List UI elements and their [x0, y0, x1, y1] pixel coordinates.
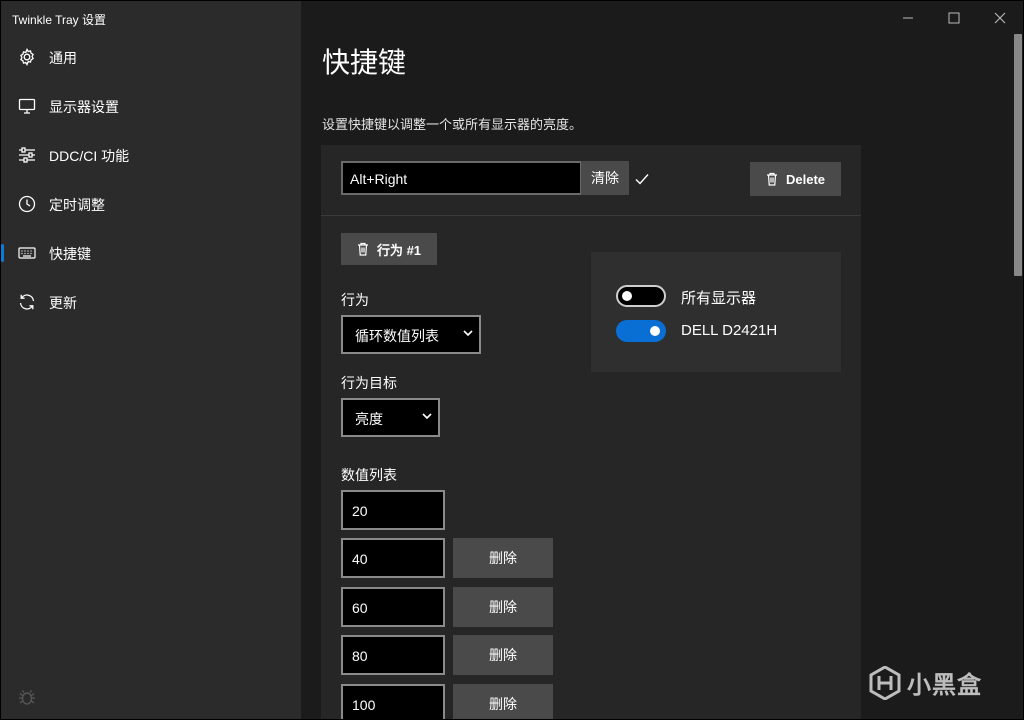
- watermark: 小黑盒: [869, 665, 982, 700]
- value-text: 40: [352, 551, 368, 567]
- window-controls: [885, 1, 1023, 35]
- toggle-knob: [622, 291, 632, 301]
- value-text: 60: [352, 600, 368, 616]
- value-input[interactable]: 80: [341, 635, 445, 675]
- remove-action-button[interactable]: 行为 #1: [341, 233, 437, 265]
- behavior-select[interactable]: 循环数值列表: [341, 315, 481, 354]
- clock-icon: [18, 195, 36, 213]
- hotkey-input[interactable]: Alt+Right: [341, 161, 582, 195]
- scrollbar-thumb[interactable]: [1014, 34, 1022, 276]
- target-value: 亮度: [355, 411, 383, 427]
- monitor-label-dell: DELL D2421H: [681, 322, 778, 339]
- hotkey-card: Alt+Right 清除 Delete 行为 #1 行为 循环数值列表 行为目标…: [321, 145, 861, 719]
- action-label: 行为 #1: [376, 242, 422, 258]
- all-monitors-label: 所有显示器: [681, 290, 757, 307]
- remove-value-button[interactable]: 删除: [453, 587, 553, 627]
- behavior-value: 循环数值列表: [355, 328, 439, 344]
- maximize-icon: [948, 12, 960, 24]
- remove-value-button[interactable]: 删除: [453, 538, 553, 578]
- remove-value-button[interactable]: 删除: [453, 635, 553, 675]
- close-icon: [994, 12, 1006, 24]
- delete-hotkey-button[interactable]: Delete: [750, 162, 841, 196]
- value-text: 80: [352, 648, 368, 664]
- delete-label: Delete: [785, 171, 826, 187]
- page-title: 快捷键: [322, 47, 407, 78]
- close-button[interactable]: [977, 1, 1023, 35]
- remove-value-button[interactable]: 删除: [453, 684, 553, 719]
- value-input[interactable]: 40: [341, 538, 445, 578]
- sidebar-item-label: 更新: [49, 295, 77, 311]
- sidebar-item-ddcci[interactable]: DDC/CI 功能: [1, 135, 301, 175]
- monitor-toggle-dell[interactable]: [616, 320, 666, 342]
- check-icon: [635, 174, 649, 185]
- value-input[interactable]: 60: [341, 587, 445, 627]
- heybox-logo-icon: [869, 665, 901, 700]
- active-indicator: [1, 244, 4, 262]
- sidebar-item-label: 通用: [49, 50, 77, 66]
- all-monitors-toggle[interactable]: [616, 285, 666, 307]
- remove-label: 删除: [489, 647, 517, 663]
- keyboard-icon: [18, 247, 36, 259]
- sidebar-item-general[interactable]: 通用: [1, 37, 301, 77]
- remove-label: 删除: [489, 696, 517, 712]
- target-select[interactable]: 亮度: [341, 398, 440, 437]
- app-window: Twinkle Tray 设置 通用 显示器设置 DDC/CI 功能 定时调整 …: [1, 1, 1023, 719]
- sidebar-item-monitors[interactable]: 显示器设置: [1, 86, 301, 126]
- sidebar-item-hotkeys[interactable]: 快捷键: [1, 233, 301, 273]
- sidebar-item-updates[interactable]: 更新: [1, 282, 301, 322]
- clear-button[interactable]: 清除: [581, 161, 629, 195]
- minimize-button[interactable]: [885, 1, 931, 35]
- value-list-label: 数值列表: [341, 467, 397, 483]
- bug-icon[interactable]: [17, 687, 37, 707]
- sidebar-item-label: 快捷键: [49, 246, 91, 262]
- monitor-selection-panel: 所有显示器 DELL D2421H: [591, 252, 841, 372]
- value-input[interactable]: 100: [341, 684, 445, 719]
- target-label: 行为目标: [341, 375, 397, 391]
- value-text: 100: [352, 697, 376, 713]
- sliders-icon: [19, 147, 35, 163]
- page-subtitle: 设置快捷键以调整一个或所有显示器的亮度。: [322, 117, 583, 132]
- sidebar-item-label: DDC/CI 功能: [49, 148, 130, 164]
- maximize-button[interactable]: [931, 1, 977, 35]
- toggle-knob: [650, 326, 660, 336]
- trash-icon: [766, 172, 777, 186]
- behavior-label: 行为: [341, 292, 369, 308]
- refresh-icon: [19, 294, 35, 310]
- hotkey-value: Alt+Right: [350, 171, 408, 187]
- gear-icon: [20, 48, 34, 66]
- main-content: 快捷键 设置快捷键以调整一个或所有显示器的亮度。 Alt+Right 清除 De…: [301, 1, 1023, 719]
- monitor-icon: [18, 98, 36, 114]
- chevron-down-icon: [422, 413, 432, 420]
- value-text: 20: [352, 503, 368, 519]
- sidebar-item-label: 显示器设置: [49, 99, 119, 115]
- sidebar: Twinkle Tray 设置 通用 显示器设置 DDC/CI 功能 定时调整 …: [1, 1, 301, 719]
- hotkey-header: Alt+Right 清除 Delete: [321, 145, 861, 216]
- value-input[interactable]: 20: [341, 490, 445, 530]
- remove-label: 删除: [489, 550, 517, 566]
- chevron-down-icon: [463, 330, 473, 337]
- watermark-text: 小黑盒: [907, 672, 982, 699]
- trash-icon: [357, 242, 368, 256]
- remove-label: 删除: [489, 599, 517, 615]
- sidebar-item-schedule[interactable]: 定时调整: [1, 184, 301, 224]
- clear-label: 清除: [591, 170, 619, 186]
- minimize-icon: [903, 17, 913, 19]
- window-title: Twinkle Tray 设置: [12, 13, 107, 27]
- sidebar-item-label: 定时调整: [49, 197, 105, 213]
